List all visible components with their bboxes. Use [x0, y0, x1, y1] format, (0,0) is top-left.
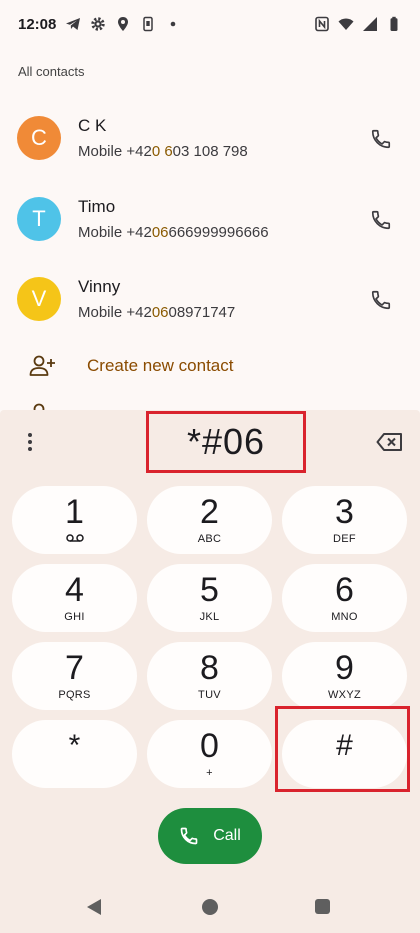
key-4[interactable]: 4 GHI [12, 564, 137, 632]
recents-icon[interactable] [315, 899, 330, 914]
key-digit: 3 [335, 493, 354, 531]
key-letters: + [206, 767, 213, 779]
create-new-contact-button[interactable]: Create new contact [0, 345, 420, 389]
key-digit: 7 [65, 649, 84, 687]
number-prefix: Mobile +42 [78, 224, 152, 241]
voicemail-icon [65, 533, 84, 545]
key-digit: 0 [200, 727, 219, 765]
gear-icon [90, 16, 106, 32]
key-0[interactable]: 0 + [147, 720, 272, 788]
contact-item[interactable]: T Timo Mobile +4206666999996666 [0, 180, 420, 260]
add-person-icon [28, 354, 56, 378]
key-7[interactable]: 7 PQRS [12, 642, 137, 710]
signal-icon [362, 16, 378, 32]
key-letters: MNO [331, 611, 358, 623]
call-button[interactable]: Call [158, 808, 262, 864]
avatar: V [17, 277, 61, 321]
number-suffix: 08971747 [168, 304, 236, 321]
phone-icon [180, 827, 198, 845]
avatar: T [17, 197, 61, 241]
system-nav-bar [0, 880, 420, 933]
number-match-highlight: 06 [151, 304, 169, 321]
telegram-icon [65, 16, 81, 32]
hash-key-highlight [275, 706, 410, 792]
key-2[interactable]: 2 ABC [147, 486, 272, 554]
number-suffix: 03 108 798 [172, 143, 248, 160]
key-digit: 4 [65, 571, 84, 609]
avatar-initial: V [31, 286, 47, 311]
status-left-icons [65, 16, 181, 32]
number-prefix: Mobile +42 [78, 304, 152, 321]
number-suffix: 666999996666 [168, 224, 269, 241]
wifi-icon [338, 16, 354, 32]
status-time: 12:08 [18, 15, 57, 33]
status-bar: 12:08 [0, 0, 420, 48]
backspace-icon[interactable] [376, 430, 404, 454]
phone-icon[interactable] [368, 126, 394, 152]
key-letters: PQRS [58, 689, 91, 701]
contact-number: Mobile +420608971747 [78, 304, 235, 321]
key-1[interactable]: 1 [12, 486, 137, 554]
home-icon[interactable] [202, 899, 218, 915]
nfc-icon [314, 16, 330, 32]
call-label: Call [213, 827, 241, 844]
status-right-icons [314, 16, 402, 32]
avatar-initial: C [31, 125, 47, 150]
phone-icon[interactable] [368, 207, 394, 233]
contact-name: Vinny [78, 277, 121, 296]
dialed-digits-field[interactable]: *#06 [146, 411, 306, 473]
contact-name: C K [78, 116, 107, 135]
key-digit: 5 [200, 571, 219, 609]
number-prefix: Mobile +42 [78, 143, 152, 160]
key-6[interactable]: 6 MNO [282, 564, 407, 632]
dot-icon [165, 16, 181, 32]
key-8[interactable]: 8 TUV [147, 642, 272, 710]
phone-icon[interactable] [368, 287, 394, 313]
key-letters: DEF [333, 533, 356, 545]
key-star[interactable]: * [12, 720, 137, 788]
number-match-highlight: 0 6 [151, 143, 173, 160]
location-icon [115, 16, 131, 32]
contact-number: Mobile +4206666999996666 [78, 224, 269, 241]
avatar-initial: T [32, 206, 46, 231]
key-digit: 9 [335, 649, 354, 687]
contact-item[interactable]: C C K Mobile +420 603 108 798 [0, 99, 420, 179]
dialpad-panel: *#06 1 2 ABC 3 DEF 4 GHI 5 JKL 6 MNO 7 P… [0, 410, 420, 933]
key-digit: 1 [65, 493, 84, 531]
key-digit: 6 [335, 571, 354, 609]
key-5[interactable]: 5 JKL [147, 564, 272, 632]
contact-number: Mobile +420 603 108 798 [78, 143, 248, 160]
all-contacts-label: All contacts [18, 64, 85, 79]
partially-hidden-row [28, 400, 228, 410]
dialed-digits: *#06 [186, 421, 266, 462]
key-letters: JKL [199, 611, 220, 623]
key-digit: 2 [200, 493, 219, 531]
contact-item[interactable]: V Vinny Mobile +420608971747 [0, 260, 420, 340]
key-3[interactable]: 3 DEF [282, 486, 407, 554]
key-letters: ABC [197, 533, 222, 545]
number-match-highlight: 06 [151, 224, 169, 241]
contact-name: Timo [78, 197, 116, 216]
key-digit: 8 [200, 649, 219, 687]
create-new-contact-label: Create new contact [87, 356, 234, 375]
key-letters: GHI [64, 611, 85, 623]
avatar: C [17, 116, 61, 160]
key-digit: * [68, 729, 81, 762]
phone-sim-icon [140, 16, 156, 32]
back-icon[interactable] [86, 898, 102, 921]
key-9[interactable]: 9 WXYZ [282, 642, 407, 710]
key-letters: TUV [198, 689, 221, 701]
more-vert-icon[interactable] [20, 430, 40, 454]
battery-icon [386, 16, 402, 32]
key-letters: WXYZ [328, 689, 361, 701]
